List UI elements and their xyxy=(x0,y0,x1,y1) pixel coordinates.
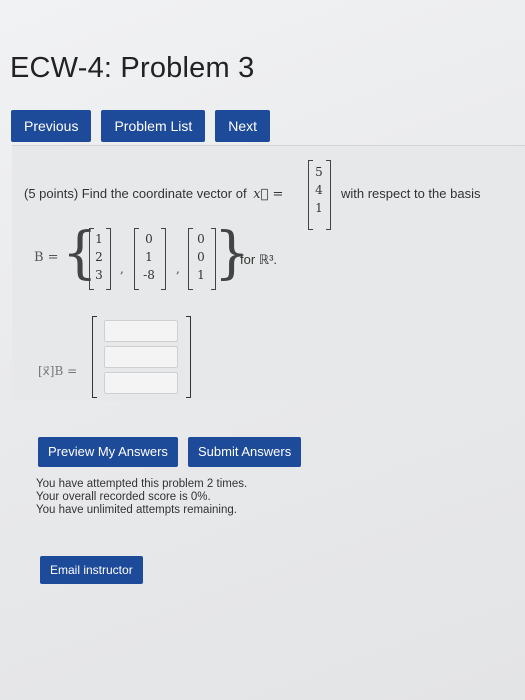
attempts-text: You have attempted this problem 2 times. xyxy=(36,478,248,490)
x-vector-symbol: x⃗ = xyxy=(253,187,284,202)
basis-vector-1: 1 2 3 xyxy=(92,230,106,284)
basis-entry: 3 xyxy=(95,268,103,282)
problem-statement: (5 points) Find the coordinate vector of… xyxy=(24,186,283,202)
comma: , xyxy=(176,262,180,276)
basis-entry: 1 xyxy=(197,268,205,282)
page-title: ECW-4: Problem 3 xyxy=(10,52,255,84)
basis-vector-3: 0 0 1 xyxy=(191,230,211,284)
score-text: Your overall recorded score is 0%. xyxy=(36,491,211,503)
problem-nav: Previous Problem List Next xyxy=(11,110,271,142)
x-vector-entry: 4 xyxy=(315,183,323,197)
submit-answers-button[interactable]: Submit Answers xyxy=(188,437,302,467)
basis-entry: 0 xyxy=(197,232,205,246)
basis-phrase: with respect to the basis xyxy=(341,186,481,201)
answer-input-2[interactable] xyxy=(104,346,178,368)
basis-entry: 2 xyxy=(95,250,103,264)
basis-entry: 0 xyxy=(145,232,153,246)
for-r3-text: for ℝ³. xyxy=(240,252,278,267)
comma: , xyxy=(120,262,124,276)
basis-vector-2-right-bracket xyxy=(161,228,166,290)
attempt-status: You have attempted this problem 2 times.… xyxy=(36,478,247,517)
answer-right-bracket xyxy=(186,316,191,398)
problem-list-button[interactable]: Problem List xyxy=(101,110,206,142)
remaining-text: You have unlimited attempts remaining. xyxy=(36,504,237,516)
problem-intro: (5 points) Find the coordinate vector of xyxy=(24,186,247,201)
basis-entry: 1 xyxy=(145,250,153,264)
basis-entry: 0 xyxy=(197,250,205,264)
answer-label: [x⃗]B = xyxy=(38,364,78,378)
basis-vector-1-right-bracket xyxy=(106,228,111,290)
basis-label: B = xyxy=(34,250,59,265)
basis-entry: -8 xyxy=(143,268,155,282)
answer-input-1[interactable] xyxy=(104,320,178,342)
next-button[interactable]: Next xyxy=(215,110,271,142)
x-vector-entry: 1 xyxy=(315,201,323,215)
basis-vector-2: 0 1 -8 xyxy=(137,230,161,284)
basis-entry: 1 xyxy=(95,232,103,246)
previous-button[interactable]: Previous xyxy=(11,110,92,142)
x-vector: 5 4 1 xyxy=(313,163,325,217)
preview-answers-button[interactable]: Preview My Answers xyxy=(38,437,178,467)
answer-input-3[interactable] xyxy=(104,372,178,394)
answer-left-bracket xyxy=(92,316,97,398)
email-instructor-button[interactable]: Email instructor xyxy=(40,556,143,584)
x-vector-entry: 5 xyxy=(315,165,323,179)
x-vector-right-bracket xyxy=(326,160,331,230)
